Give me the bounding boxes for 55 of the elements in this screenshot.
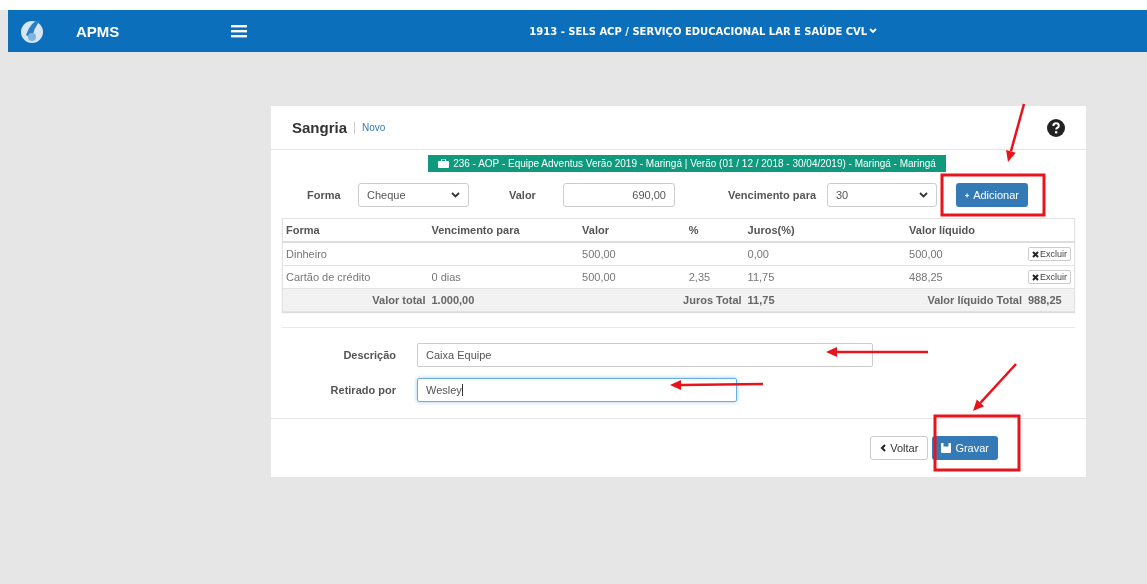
total-value: 1.000,00 <box>431 294 475 306</box>
chevron-down-icon <box>869 28 878 34</box>
table-cell: 500,00 <box>909 248 943 260</box>
back-button[interactable]: Voltar <box>870 436 929 460</box>
annotation-arrow <box>973 363 1017 411</box>
delete-button[interactable]: Excluir <box>1028 270 1071 284</box>
organization-selector[interactable]: 1913 - SELS ACP / SERVIÇO EDUCACIONAL LAR E SAÚDE CVL <box>529 25 878 37</box>
help-icon[interactable] <box>1047 118 1065 137</box>
field-label: Descrição <box>342 349 396 361</box>
save-button[interactable]: Gravar <box>932 436 998 460</box>
forma-select[interactable]: Cheque <box>358 183 469 207</box>
table-cell: 488,25 <box>909 271 943 283</box>
menu-icon[interactable] <box>231 24 248 38</box>
table-cell: Dinheiro <box>286 248 327 260</box>
page-title: Sangria <box>292 119 348 136</box>
banner-text: 236 - AOP - Equipe Adventus Verão 2019 - Maringá | Verão (01 / 12 / 2018 - 30/04/2019) - Maringá - Maringá <box>453 158 936 169</box>
table-cell: 500,00 <box>582 248 616 260</box>
page-subtitle: Novo <box>362 122 386 133</box>
column-header: Juros(%) <box>744 218 907 242</box>
text-field[interactable]: Wesley <box>417 378 737 402</box>
table-cell: 11,75 <box>747 271 775 283</box>
floppy-icon <box>941 443 952 453</box>
column-header: Forma <box>282 218 429 242</box>
chevron-down-icon <box>451 192 460 198</box>
plus-icon <box>965 190 970 200</box>
vencimento-select[interactable]: 30 <box>827 183 937 207</box>
field-label: Retirado por <box>329 384 396 396</box>
chevron-left-icon <box>880 444 887 452</box>
close-icon <box>1032 250 1039 258</box>
field-label: Forma <box>307 189 342 201</box>
total-label: Valor líquido Total <box>927 294 1022 306</box>
column-header: Valor líquido <box>906 218 1025 242</box>
table-cell: 0 dias <box>431 271 461 283</box>
total-label: Juros Total <box>683 294 742 306</box>
valor-field[interactable]: 690,00 <box>563 183 675 207</box>
table-cell: 500,00 <box>582 271 616 283</box>
delete-button[interactable]: Excluir <box>1028 247 1071 261</box>
table-cell: 0,00 <box>747 248 769 260</box>
field-label: Vencimento para <box>728 189 818 201</box>
total-label: Valor total <box>372 294 426 306</box>
add-button[interactable]: Adicionar <box>956 183 1028 207</box>
field-label: Valor <box>509 189 537 201</box>
column-header: Vencimento para <box>428 218 580 242</box>
total-value: 11,75 <box>747 294 775 306</box>
text-field[interactable]: Caixa Equipe <box>417 343 873 367</box>
column-header: % <box>685 218 745 242</box>
table-cell: 2,35 <box>688 271 711 283</box>
table-cell: Cartão de crédito <box>286 271 371 283</box>
briefcase-icon <box>438 159 450 168</box>
close-icon <box>1032 273 1039 281</box>
chevron-down-icon <box>919 192 928 198</box>
app-name: APMS <box>76 22 120 40</box>
column-header: Valor <box>579 218 686 242</box>
total-value: 988,25 <box>1028 294 1062 306</box>
annotation-arrow <box>1006 103 1026 162</box>
